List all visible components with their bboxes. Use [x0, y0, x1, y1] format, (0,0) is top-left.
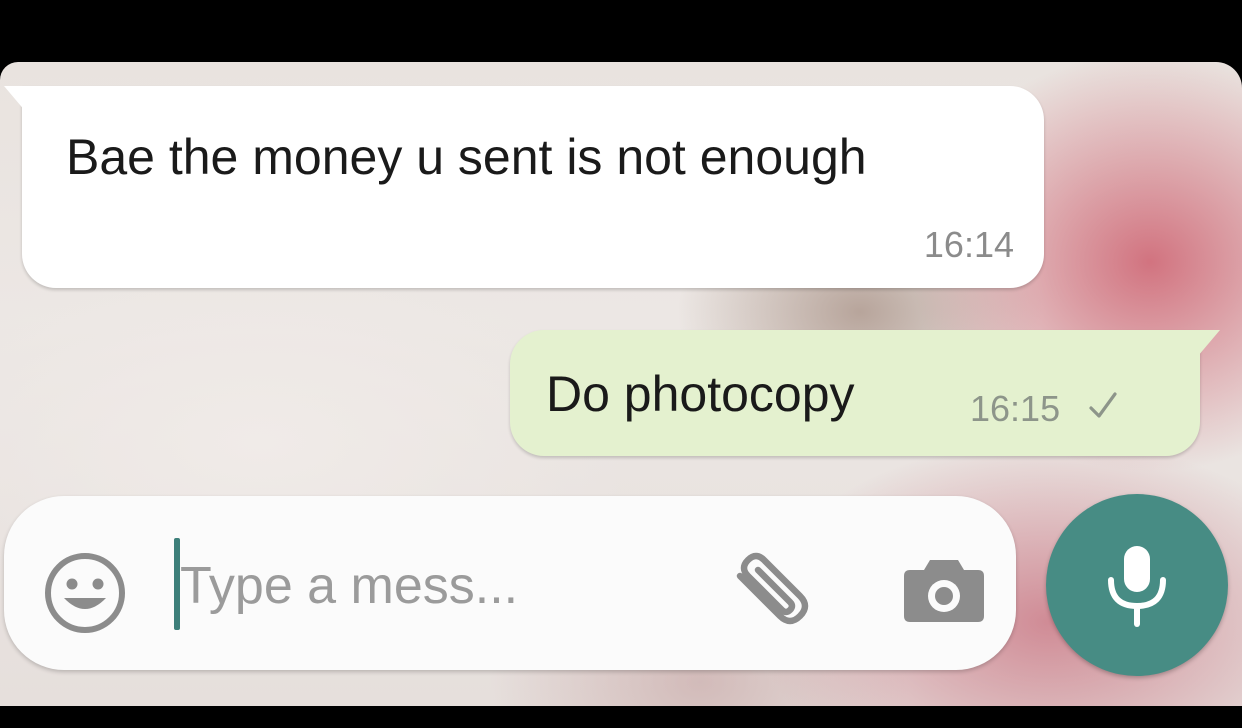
voice-record-button[interactable]: [1046, 494, 1228, 676]
message-text: Do photocopy: [546, 366, 855, 422]
screenshot-frame: Bae the money u sent is not enough 16:14…: [0, 0, 1242, 728]
message-time: 16:14: [923, 224, 1014, 265]
single-check-icon: [1089, 392, 1117, 418]
message-composer: [4, 496, 1016, 670]
outgoing-message-bubble[interactable]: Do photocopy 16:15: [510, 330, 1220, 456]
incoming-message-bubble[interactable]: Bae the money u sent is not enough 16:14: [4, 86, 1044, 288]
paperclip-icon[interactable]: [724, 546, 814, 636]
chat-area: Bae the money u sent is not enough 16:14…: [0, 62, 1242, 706]
microphone-icon: [1108, 546, 1166, 627]
smiley-icon[interactable]: [42, 550, 128, 636]
message-time: 16:15: [970, 388, 1061, 429]
camera-icon[interactable]: [902, 552, 986, 626]
message-input[interactable]: [180, 546, 720, 626]
message-text: Bae the money u sent is not enough: [66, 129, 867, 185]
